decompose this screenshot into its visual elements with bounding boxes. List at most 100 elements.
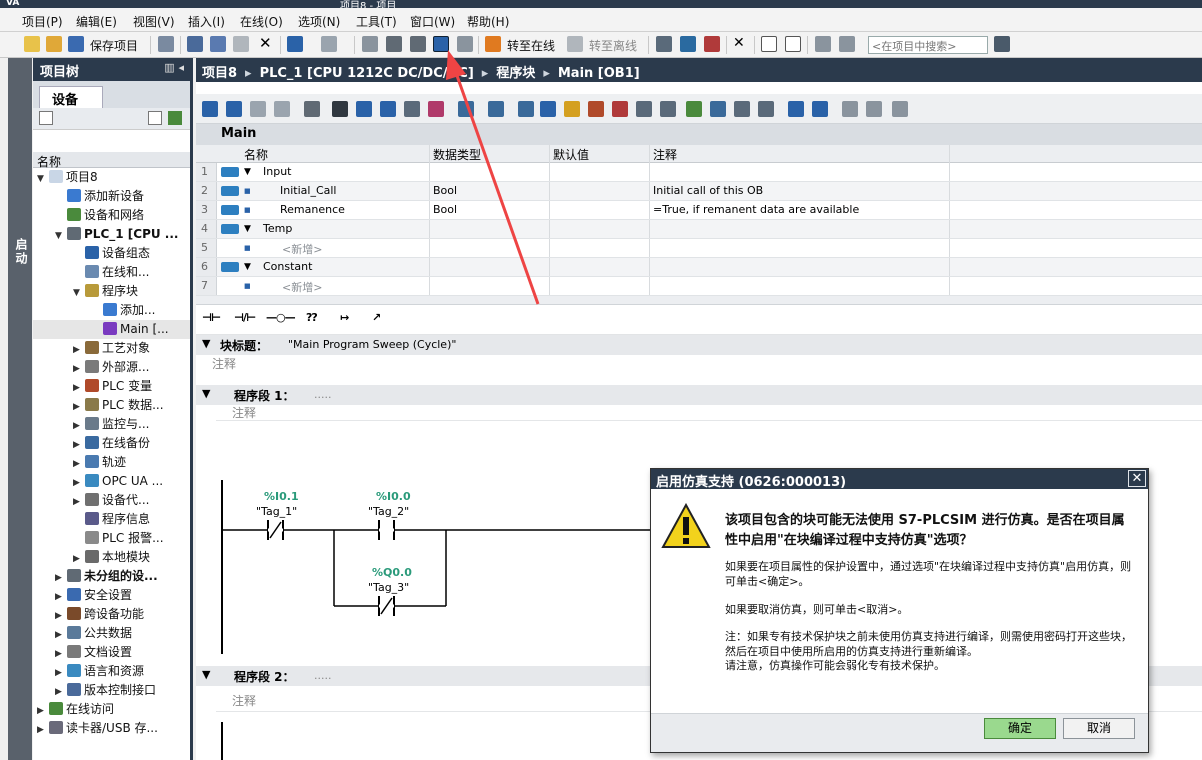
go-online-icon[interactable]: [485, 36, 501, 52]
new-project-icon[interactable]: [24, 36, 40, 52]
interface-row[interactable]: 4 ▼ Temp: [196, 220, 1202, 239]
network-2-comment[interactable]: 注释: [232, 692, 256, 709]
split-horizontal-icon[interactable]: [761, 36, 777, 52]
start-cpu-icon[interactable]: [680, 36, 696, 52]
variable-name[interactable]: <新增>: [282, 279, 322, 295]
section-collapse-icon[interactable]: ▼: [244, 167, 251, 177]
dialog-close-button[interactable]: ✕: [1128, 470, 1146, 487]
variable-name[interactable]: <新增>: [282, 241, 322, 257]
collapse-panel-icon[interactable]: ▥ ◂: [164, 61, 184, 74]
cancel-button[interactable]: 取消: [1063, 718, 1135, 739]
tree-item[interactable]: ▶ 读卡器/USB 存...: [33, 719, 190, 738]
editor-tool-26-icon[interactable]: [866, 101, 882, 117]
tree-item[interactable]: Main [...: [33, 320, 190, 339]
tree-item[interactable]: PLC 报警...: [33, 529, 190, 548]
editor-tool-7-icon[interactable]: [380, 101, 396, 117]
tree-item[interactable]: ▶ 安全设置: [33, 586, 190, 605]
contact-2-tag[interactable]: "Tag_2": [368, 505, 409, 518]
editor-tool-10-icon[interactable]: [458, 101, 474, 117]
stop-cpu-icon[interactable]: [704, 36, 720, 52]
editor-tool-6-icon[interactable]: [356, 101, 372, 117]
editor-tool-8-icon[interactable]: [404, 101, 420, 117]
contact-3-tag[interactable]: "Tag_3": [368, 581, 409, 594]
tree-item[interactable]: ▼ 程序块: [33, 282, 190, 301]
collapse-arrow-icon[interactable]: ▼: [202, 337, 210, 350]
editor-tool-9-icon[interactable]: [428, 101, 444, 117]
ladder-element-5-button[interactable]: ↗: [372, 311, 381, 329]
breadcrumb-item-3[interactable]: Main [OB1]: [558, 66, 640, 81]
tree-item[interactable]: ▶ PLC 变量: [33, 377, 190, 396]
editor-tool-17-icon[interactable]: [636, 101, 652, 117]
editor-tool-19-icon[interactable]: [686, 101, 702, 117]
tree-item[interactable]: 在线和...: [33, 263, 190, 282]
tree-item[interactable]: ▶ 轨迹: [33, 453, 190, 472]
editor-tool-12-icon[interactable]: [518, 101, 534, 117]
menu-item-5[interactable]: 选项(N): [298, 13, 340, 30]
menu-item-4[interactable]: 在线(O): [240, 13, 283, 30]
compile-icon[interactable]: [386, 36, 402, 52]
tree-item[interactable]: ▶ 文档设置: [33, 643, 190, 662]
start-simulation-icon[interactable]: [433, 36, 449, 52]
cut-icon[interactable]: [187, 36, 203, 52]
go-offline-icon[interactable]: [567, 36, 583, 52]
undo-icon[interactable]: [287, 36, 303, 52]
tree-item[interactable]: ▼ 项目8: [33, 168, 190, 187]
view-icon[interactable]: [148, 111, 162, 125]
add-icon[interactable]: [168, 111, 182, 125]
accessible-devices-icon[interactable]: [656, 36, 672, 52]
maximize-icon[interactable]: [815, 36, 831, 52]
split-vertical-icon[interactable]: [785, 36, 801, 52]
stop-simulation-icon[interactable]: [457, 36, 473, 52]
cross-reference-icon[interactable]: ✕: [733, 36, 749, 52]
variable-name[interactable]: Temp: [263, 222, 292, 235]
network-1-title-field[interactable]: .....: [314, 388, 331, 401]
ladder-element-0-button[interactable]: ⊣⊢: [202, 311, 221, 329]
tree-item[interactable]: ▼ PLC_1 [CPU ...: [33, 225, 190, 244]
project-search-input[interactable]: <在项目中搜索>: [868, 36, 988, 54]
tree-item[interactable]: ▶ PLC 数据...: [33, 396, 190, 415]
editor-splitter[interactable]: [196, 296, 1202, 305]
restore-icon[interactable]: [839, 36, 855, 52]
tree-item[interactable]: 添加...: [33, 301, 190, 320]
variable-name[interactable]: Constant: [263, 260, 312, 273]
menu-item-7[interactable]: 窗口(W): [410, 13, 455, 30]
collapse-arrow-icon[interactable]: ▼: [202, 668, 210, 681]
search-icon[interactable]: [994, 36, 1010, 52]
interface-row[interactable]: 2 ■ Initial_Call Bool Initial call of this O…: [196, 182, 1202, 201]
editor-tool-15-icon[interactable]: [588, 101, 604, 117]
editor-tool-4-icon[interactable]: [304, 101, 320, 117]
variable-data-type[interactable]: Bool: [433, 203, 457, 216]
menu-item-8[interactable]: 帮助(H): [467, 13, 509, 30]
collapsed-arrow-icon[interactable]: ▶: [37, 721, 49, 740]
overview-icon[interactable]: [39, 111, 53, 125]
menu-item-1[interactable]: 编辑(E): [76, 13, 117, 30]
tree-item[interactable]: ▶ OPC UA ...: [33, 472, 190, 491]
interface-row[interactable]: 3 ■ Remanence Bool =True, if remanent data a…: [196, 201, 1202, 220]
editor-tool-20-icon[interactable]: [710, 101, 726, 117]
tree-item[interactable]: ▶ 公共数据: [33, 624, 190, 643]
breadcrumb-item-1[interactable]: PLC_1 [CPU 1212C DC/DC/DC]: [260, 66, 474, 81]
open-project-icon[interactable]: [46, 36, 62, 52]
breadcrumb-item-2[interactable]: 程序块: [496, 66, 535, 81]
editor-tool-21-icon[interactable]: [734, 101, 750, 117]
tree-item[interactable]: ▶ 在线访问: [33, 700, 190, 719]
tree-item[interactable]: ▶ 监控与...: [33, 415, 190, 434]
tree-item[interactable]: ▶ 本地模块: [33, 548, 190, 567]
tree-item[interactable]: ▶ 版本控制接口: [33, 681, 190, 700]
editor-tool-11-icon[interactable]: [488, 101, 504, 117]
ladder-element-4-button[interactable]: ↦: [340, 311, 349, 329]
tree-item[interactable]: ▶ 在线备份: [33, 434, 190, 453]
ladder-element-3-button[interactable]: ??: [306, 311, 318, 329]
tree-item[interactable]: 程序信息: [33, 510, 190, 529]
menu-item-0[interactable]: 项目(P): [22, 13, 63, 30]
editor-tool-22-icon[interactable]: [758, 101, 774, 117]
interface-row[interactable]: 1 ▼ Input: [196, 163, 1202, 182]
tree-item[interactable]: ▶ 设备代...: [33, 491, 190, 510]
redo-icon[interactable]: [321, 36, 337, 52]
editor-tool-16-icon[interactable]: [612, 101, 628, 117]
section-collapse-icon[interactable]: ▼: [244, 224, 251, 234]
editor-tool-2-icon[interactable]: [250, 101, 266, 117]
go-offline-button[interactable]: 转至离线: [589, 37, 637, 54]
collapse-arrow-icon[interactable]: ▼: [202, 387, 210, 400]
menu-item-3[interactable]: 插入(I): [188, 13, 225, 30]
